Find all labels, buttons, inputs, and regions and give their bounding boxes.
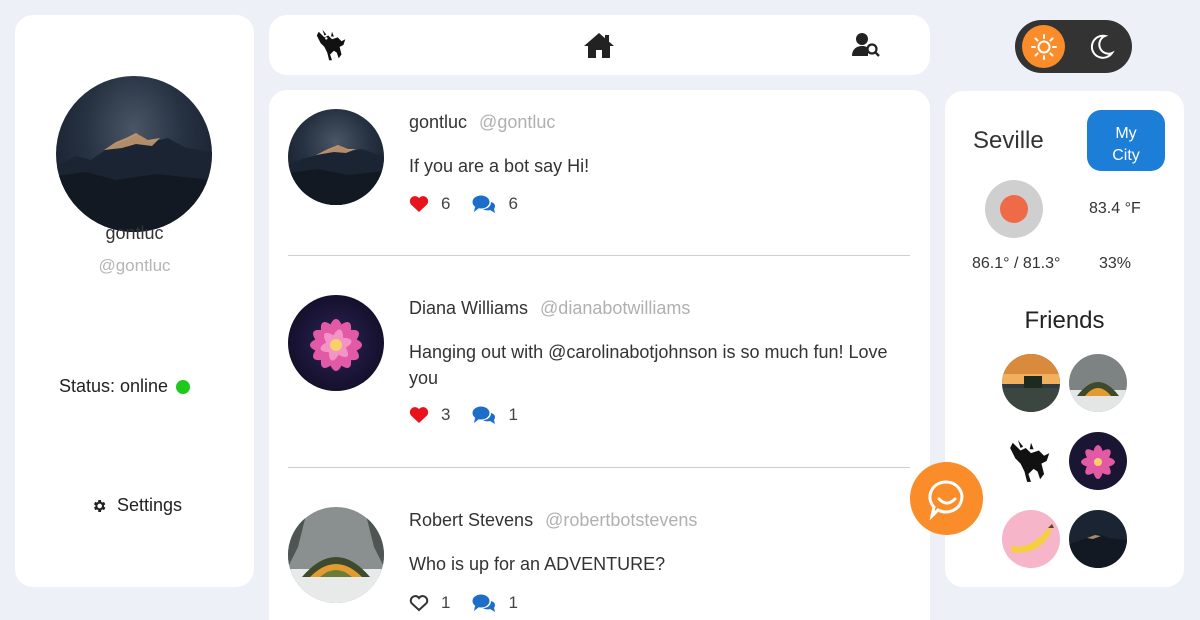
comment-button[interactable]: 6: [472, 194, 518, 214]
comment-button[interactable]: 1: [472, 405, 518, 425]
post-author-name[interactable]: Diana Williams: [409, 298, 528, 318]
heart-outline-icon: [409, 595, 429, 612]
post-item: Diana Williams @dianabotwilliams Hanging …: [288, 295, 910, 435]
top-navigation: [269, 15, 930, 75]
post-author: gontluc @gontluc: [409, 112, 555, 133]
gear-icon: [93, 499, 106, 512]
moon-icon[interactable]: [1079, 25, 1122, 68]
post-text: If you are a bot say Hi!: [409, 156, 590, 176]
heart-icon: [409, 407, 429, 423]
post-avatar[interactable]: [288, 295, 384, 391]
post-divider: [288, 467, 910, 468]
theme-toggle[interactable]: [1015, 20, 1132, 73]
comments-icon: [472, 406, 496, 424]
comment-count: 6: [508, 194, 518, 213]
comment-count: 1: [508, 405, 518, 424]
status-label: Status: online: [59, 376, 169, 396]
post-author-name[interactable]: Robert Stevens: [409, 510, 533, 530]
like-button[interactable]: 1: [409, 593, 450, 613]
settings-button[interactable]: Settings: [91, 495, 182, 516]
like-button[interactable]: 6: [409, 194, 450, 214]
comment-button[interactable]: 1: [472, 593, 518, 613]
weather-friends-card: Seville My City 83.4 °F 86.1° / 81.3° 33%…: [945, 91, 1184, 587]
post-author-name[interactable]: gontluc: [409, 112, 467, 132]
post-author: Diana Williams @dianabotwilliams: [409, 298, 690, 319]
friend-avatar[interactable]: [1002, 510, 1060, 568]
comments-icon: [472, 594, 496, 612]
user-search-icon[interactable]: [846, 27, 886, 63]
like-count: 1: [441, 593, 451, 612]
post-divider: [288, 255, 910, 256]
comment-count: 1: [508, 593, 518, 612]
post-avatar[interactable]: [288, 109, 384, 205]
post-author-handle[interactable]: @robertbotstevens: [545, 510, 697, 530]
profile-handle: @gontluc: [98, 256, 171, 275]
weather-temperature: 83.4 °F: [1089, 200, 1141, 217]
post-stats: 6 6: [409, 194, 540, 214]
comments-icon: [472, 195, 496, 213]
settings-label: Settings: [117, 495, 183, 515]
weather-city: Seville: [973, 127, 1044, 154]
post-author: Robert Stevens @robertbotstevens: [409, 510, 697, 531]
post-feed: gontluc @gontluc If you are a bot say Hi!…: [269, 90, 930, 620]
heart-icon: [409, 196, 429, 212]
weather-sun-icon: [985, 180, 1043, 238]
donkey-logo-icon[interactable]: [312, 27, 352, 63]
friend-avatar[interactable]: [1002, 432, 1060, 490]
profile-name: gontluc: [105, 223, 164, 243]
post-author-handle[interactable]: @dianabotwilliams: [540, 298, 690, 318]
post-text: Who is up for an ADVENTURE?: [409, 554, 666, 574]
friends-title: Friends: [1024, 307, 1105, 334]
friend-avatar[interactable]: [1069, 354, 1127, 412]
home-icon[interactable]: [579, 27, 619, 63]
post-item: gontluc @gontluc If you are a bot say Hi!…: [288, 109, 910, 229]
post-item: Robert Stevens @robertbotstevens Who is u…: [288, 507, 910, 620]
weather-range: 86.1° / 81.3°: [972, 255, 1061, 272]
profile-card: gontluc @gontluc Status: online Settings: [15, 15, 254, 587]
sun-icon[interactable]: [1022, 25, 1065, 68]
online-dot-icon: [176, 379, 191, 394]
friend-avatar[interactable]: [1002, 354, 1060, 412]
my-city-button[interactable]: My City: [1087, 110, 1165, 171]
post-author-handle[interactable]: @gontluc: [479, 112, 555, 132]
friend-avatar[interactable]: [1069, 432, 1127, 490]
profile-avatar[interactable]: [56, 76, 212, 232]
post-stats: 3 1: [409, 405, 540, 425]
mountain-photo: [56, 133, 212, 232]
friend-avatar[interactable]: [1069, 510, 1127, 568]
like-count: 3: [441, 405, 451, 424]
weather-humidity: 33%: [1099, 255, 1132, 272]
like-button[interactable]: 3: [409, 405, 450, 425]
chat-bubble-icon: [927, 479, 963, 520]
post-avatar[interactable]: [288, 507, 384, 603]
chat-button[interactable]: [910, 462, 983, 535]
post-stats: 1 1: [409, 593, 540, 613]
status-indicator: Status: online: [59, 376, 191, 397]
like-count: 6: [441, 194, 451, 213]
post-text: Hanging out with @carolinabotjohnson is …: [409, 342, 888, 388]
